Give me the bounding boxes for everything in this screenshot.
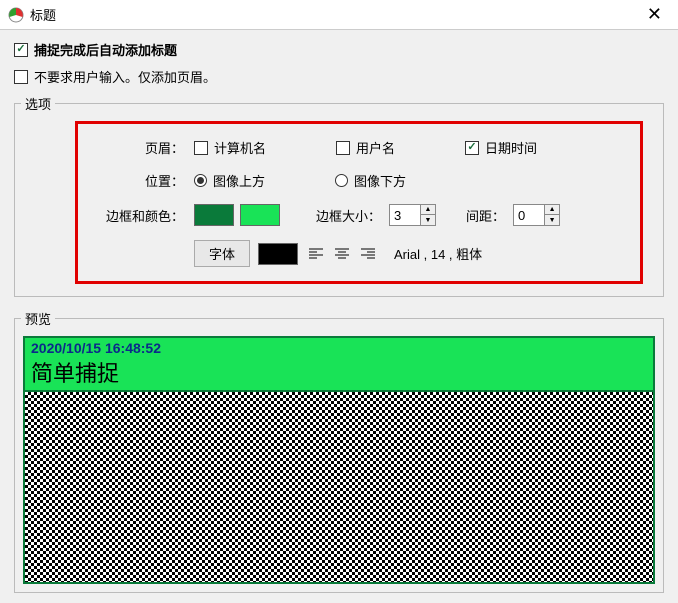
above-radio[interactable] [194,174,207,187]
above-label: 图像上方 [213,171,265,190]
above-cell: 图像上方 [194,171,265,190]
align-left-icon[interactable] [304,244,328,264]
auto-add-title-checkbox[interactable] [14,43,28,57]
spacing-down[interactable]: ▼ [545,215,559,225]
close-icon[interactable]: ✕ [639,4,670,25]
computer-name-checkbox[interactable] [194,141,208,155]
border-color-label: 边框和颜色： [94,206,184,225]
align-right-icon[interactable] [356,244,380,264]
font-description: Arial , 14 , 粗体 [394,244,482,263]
preview-legend: 预览 [21,309,55,328]
position-label: 位置： [94,171,184,190]
font-color-swatch[interactable] [258,243,298,265]
options-fieldset: 选项 页眉： 计算机名 用户名 日期时间 位置： [14,94,664,297]
preview-inner: 2020/10/15 16:48:52 简单捕捉 [23,336,655,584]
computer-name-cell: 计算机名 [194,138,266,157]
computer-name-label: 计算机名 [214,138,266,157]
align-center-icon[interactable] [330,244,354,264]
below-radio[interactable] [335,174,348,187]
user-name-checkbox[interactable] [336,141,350,155]
window-title: 标题 [30,5,639,24]
preview-pad: 2020/10/15 16:48:52 简单捕捉 [15,328,663,592]
preview-body [25,392,653,582]
color-row: 边框和颜色： 边框大小： ▲ ▼ 间距： ▲ ▼ [94,204,624,226]
below-cell: 图像下方 [335,171,406,190]
no-input-row: 不要求用户输入。仅添加页眉。 [14,67,664,86]
spacing-up[interactable]: ▲ [545,205,559,215]
font-button[interactable]: 字体 [194,240,250,267]
auto-add-title-label: 捕捉完成后自动添加标题 [34,40,177,59]
auto-add-title-row: 捕捉完成后自动添加标题 [14,40,664,59]
header-label: 页眉： [94,138,184,157]
preview-fieldset: 预览 2020/10/15 16:48:52 简单捕捉 [14,309,664,593]
app-icon [8,7,24,23]
border-size-spinner: ▲ ▼ [420,205,435,225]
spacing-input[interactable] [514,205,544,225]
preview-timestamp: 2020/10/15 16:48:52 [31,340,647,356]
date-time-checkbox[interactable] [465,141,479,155]
border-size-down[interactable]: ▼ [421,215,435,225]
spacing-input-wrap: ▲ ▼ [513,204,560,226]
border-size-input[interactable] [390,205,420,225]
below-label: 图像下方 [354,171,406,190]
spacing-label: 间距： [466,206,505,225]
titlebar: 标题 ✕ [0,0,678,30]
dialog-content: 捕捉完成后自动添加标题 不要求用户输入。仅添加页眉。 选项 页眉： 计算机名 用… [0,30,678,603]
font-row: 字体 Arial , 14 , 粗体 [94,240,624,267]
fill-color-swatch[interactable] [240,204,280,226]
options-inner: 页眉： 计算机名 用户名 日期时间 位置： 图像上方 [75,121,643,284]
position-row: 位置： 图像上方 图像下方 [94,171,624,190]
header-row: 页眉： 计算机名 用户名 日期时间 [94,138,624,157]
preview-title: 简单捕捉 [31,356,647,388]
spacing-spinner: ▲ ▼ [544,205,559,225]
preview-header: 2020/10/15 16:48:52 简单捕捉 [25,338,653,392]
border-size-input-wrap: ▲ ▼ [389,204,436,226]
user-name-cell: 用户名 [336,138,395,157]
border-size-label: 边框大小： [316,206,381,225]
date-time-label: 日期时间 [485,138,537,157]
no-input-checkbox[interactable] [14,70,28,84]
options-legend: 选项 [21,94,55,113]
border-color-swatch[interactable] [194,204,234,226]
date-time-cell: 日期时间 [465,138,537,157]
no-input-label: 不要求用户输入。仅添加页眉。 [34,67,216,86]
border-size-up[interactable]: ▲ [421,205,435,215]
user-name-label: 用户名 [356,138,395,157]
